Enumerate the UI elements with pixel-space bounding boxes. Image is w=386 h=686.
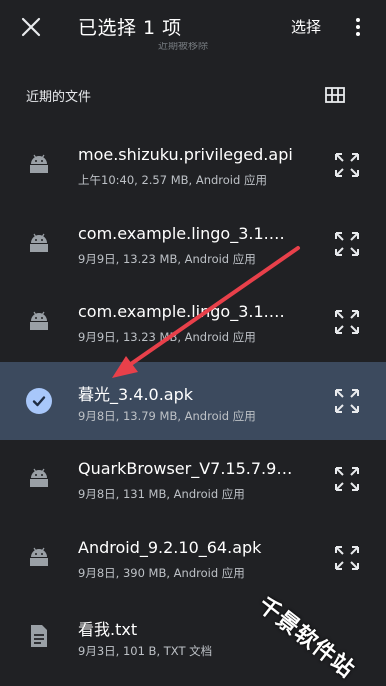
android-icon (26, 545, 52, 571)
file-name: com.example.lingo_3.1.8-release.apk (78, 223, 293, 243)
recent-files-header: 近期的文件 (0, 80, 386, 110)
selection-title: 已选择 1 项 (78, 17, 182, 39)
android-icon (26, 231, 52, 257)
top-app-bar: 已选择 1 项 选择 近期被移除 (0, 0, 386, 54)
more-vert-icon (356, 18, 360, 22)
expand-icon (335, 545, 359, 570)
file-name: Android_9.2.10_64.apk (78, 537, 262, 557)
file-row-selected[interactable]: 暮光_3.4.0.apk 9月8日, 13.79 MB, Android 应用 (0, 361, 386, 440)
grid-view-icon (325, 87, 345, 103)
preview-button[interactable] (333, 151, 361, 179)
check-circle-icon[interactable] (26, 387, 52, 414)
file-meta: 上午10:40, 2.57 MB, Android 应用 (78, 173, 267, 187)
file-name: QuarkBrowser_V7.15.7.900.apk (78, 459, 293, 478)
partially-hidden-label: 近期被移除 (158, 42, 208, 52)
expand-icon (335, 388, 359, 413)
close-icon (21, 17, 41, 37)
android-icon (26, 466, 52, 492)
expand-icon (335, 467, 359, 491)
file-meta: 9月9日, 13.23 MB, Android 应用 (78, 251, 256, 266)
preview-button[interactable] (333, 230, 361, 258)
expand-icon (335, 153, 359, 177)
section-title: 近期的文件 (26, 90, 92, 105)
file-row[interactable]: com.example.lingo_3.1.8.apk 9月9日, 13.23 … (0, 283, 386, 362)
file-row[interactable]: moe.shizuku.privileged.api 上午10:40, 2.57… (0, 126, 386, 205)
file-list: moe.shizuku.privileged.api 上午10:40, 2.57… (0, 126, 386, 676)
file-meta: 9月8日, 390 MB, Android 应用 (78, 565, 245, 580)
preview-button[interactable] (333, 387, 361, 415)
more-options-button[interactable] (348, 12, 368, 42)
file-meta: 9月8日, 131 MB, Android 应用 (78, 487, 245, 501)
preview-button[interactable] (333, 465, 361, 493)
android-icon (26, 152, 52, 178)
close-button[interactable] (16, 12, 46, 42)
document-icon (26, 623, 52, 649)
file-meta: 9月3日, 101 B, TXT 文档 (78, 644, 213, 658)
file-row[interactable]: com.example.lingo_3.1.8-release.apk 9月9日… (0, 205, 386, 284)
expand-icon (335, 310, 359, 334)
file-row[interactable]: Android_9.2.10_64.apk 9月8日, 390 MB, Andr… (0, 519, 386, 598)
file-name: 暮光_3.4.0.apk (78, 384, 194, 404)
expand-icon (335, 231, 359, 256)
file-name: com.example.lingo_3.1.8.apk (78, 302, 293, 321)
android-icon (26, 309, 52, 335)
file-name: moe.shizuku.privileged.api (78, 145, 293, 164)
file-meta: 9月9日, 13.23 MB, Android 应用 (78, 330, 256, 344)
preview-button[interactable] (333, 544, 361, 572)
file-meta: 9月8日, 13.79 MB, Android 应用 (78, 408, 256, 423)
grid-view-button[interactable] (324, 84, 346, 106)
preview-button[interactable] (333, 308, 361, 336)
select-button[interactable]: 选择 (291, 16, 321, 37)
file-row[interactable]: QuarkBrowser_V7.15.7.900.apk 9月8日, 131 M… (0, 440, 386, 519)
